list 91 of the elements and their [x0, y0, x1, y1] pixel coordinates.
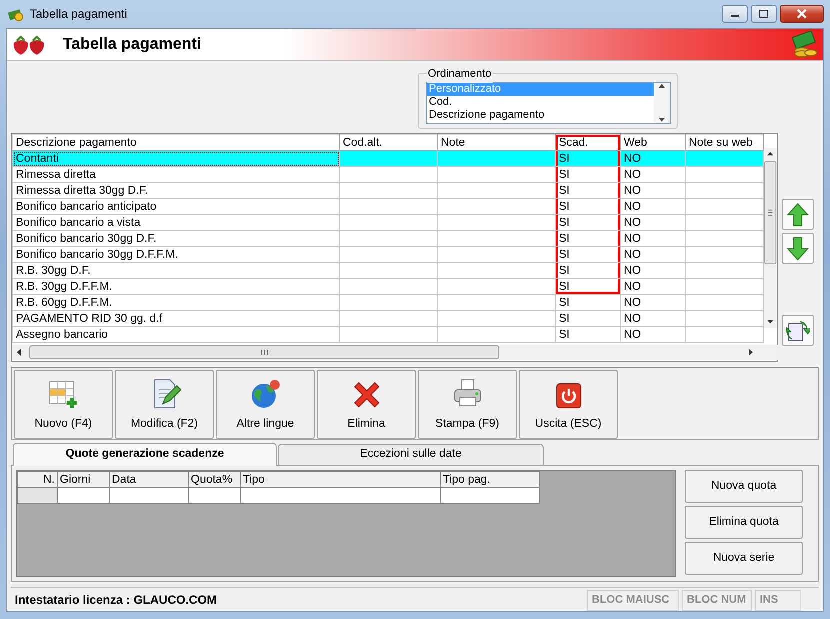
- quote-grid[interactable]: N. Giorni Data Quota% Tipo Tipo pag.: [16, 470, 676, 577]
- column-header[interactable]: Descrizione pagamento: [12, 134, 340, 150]
- vertical-scrollbar[interactable]: [654, 83, 670, 123]
- scroll-down-icon[interactable]: [658, 117, 666, 123]
- table-cell[interactable]: NO: [620, 214, 686, 230]
- column-header[interactable]: Web: [620, 134, 686, 150]
- toolbar-button[interactable]: Elimina: [317, 370, 416, 439]
- table-cell[interactable]: NO: [620, 310, 686, 326]
- column-header[interactable]: Note: [438, 134, 556, 150]
- quote-button[interactable]: Elimina quota: [685, 506, 803, 539]
- table-cell[interactable]: Rimessa diretta: [12, 166, 340, 182]
- status-indicator: BLOC MAIUSC: [587, 590, 679, 610]
- table-cell[interactable]: PAGAMENTO RID 30 gg. d.f: [12, 310, 340, 326]
- table-cell[interactable]: Bonifico bancario 30gg D.F.F.M.: [12, 246, 340, 262]
- table-cell[interactable]: Assegno bancario: [12, 326, 340, 342]
- horizontal-scrollbar[interactable]: [12, 345, 778, 360]
- table-cell[interactable]: SI: [556, 326, 620, 342]
- table-cell[interactable]: Bonifico bancario anticipato: [12, 198, 340, 214]
- toolbar-button[interactable]: Altre lingue: [216, 370, 315, 439]
- table-cell[interactable]: Bonifico bancario 30gg D.F.: [12, 230, 340, 246]
- ordering-listbox[interactable]: Personalizzato Cod. Descrizione pagamento: [426, 82, 671, 124]
- table-cell[interactable]: NO: [620, 150, 686, 166]
- toolbar-button[interactable]: Uscita (ESC): [519, 370, 618, 439]
- table-cell[interactable]: R.B. 60gg D.F.F.M.: [12, 294, 340, 310]
- row-header: [18, 488, 58, 504]
- table-cell[interactable]: SI: [556, 294, 620, 310]
- up-arrow-icon: [787, 202, 809, 226]
- minimize-button[interactable]: [722, 5, 748, 23]
- table-cell[interactable]: NO: [620, 326, 686, 342]
- status-indicator: INS: [755, 590, 801, 610]
- table-cell[interactable]: R.B. 30gg D.F.F.M.: [12, 278, 340, 294]
- toolbar-button[interactable]: Nuovo (F4): [14, 370, 113, 439]
- group-label: Ordinamento: [427, 66, 493, 82]
- toolbar-button[interactable]: Stampa (F9): [418, 370, 517, 439]
- table-cell[interactable]: NO: [620, 294, 686, 310]
- move-down-button[interactable]: [782, 233, 814, 264]
- table-cell[interactable]: Rimessa diretta 30gg D.F.: [12, 182, 340, 198]
- column-header[interactable]: N.: [18, 472, 58, 488]
- scroll-up-icon[interactable]: [658, 83, 666, 89]
- quote-button[interactable]: Nuova serie: [685, 542, 803, 575]
- table-cell[interactable]: SI: [556, 166, 620, 182]
- table-cell[interactable]: Bonifico bancario a vista: [12, 214, 340, 230]
- payments-grid[interactable]: [11, 133, 778, 362]
- status-indicator: BLOC NUM: [682, 590, 752, 610]
- table-cell[interactable]: SI: [556, 198, 620, 214]
- refresh-button[interactable]: [782, 315, 814, 346]
- column-header[interactable]: Cod.alt.: [340, 134, 438, 150]
- column-header[interactable]: Note su web: [686, 134, 764, 150]
- page-title: Tabella pagamenti: [63, 34, 202, 54]
- window-title: Tabella pagamenti: [30, 6, 128, 23]
- table-cell[interactable]: Contanti: [12, 150, 340, 166]
- maximize-button[interactable]: [751, 5, 777, 23]
- tab[interactable]: Quote generazione scadenze: [13, 443, 277, 466]
- column-header[interactable]: Giorni: [58, 472, 110, 488]
- table-cell[interactable]: SI: [556, 214, 620, 230]
- table-cell[interactable]: NO: [620, 230, 686, 246]
- license-text: Intestatario licenza : GLAUCO.COM: [14, 592, 218, 609]
- table-cell[interactable]: SI: [556, 262, 620, 278]
- table-cell[interactable]: SI: [556, 150, 620, 166]
- column-header[interactable]: Tipo pag.: [440, 472, 540, 488]
- column-header[interactable]: Data: [110, 472, 188, 488]
- table-cell[interactable]: NO: [620, 198, 686, 214]
- quote-button[interactable]: Nuova quota: [685, 470, 803, 503]
- close-icon: [796, 9, 808, 19]
- table-cell[interactable]: SI: [556, 182, 620, 198]
- money-icon: [791, 30, 819, 58]
- column-header[interactable]: Tipo: [240, 472, 440, 488]
- tab[interactable]: Eccezioni sulle date: [278, 444, 544, 465]
- table-cell[interactable]: NO: [620, 262, 686, 278]
- table-cell[interactable]: SI: [556, 278, 620, 294]
- list-option[interactable]: Cod.: [427, 96, 654, 109]
- globe-icon: [250, 378, 282, 410]
- table-cell[interactable]: SI: [556, 246, 620, 262]
- table-cell[interactable]: NO: [620, 246, 686, 262]
- table-cell[interactable]: NO: [620, 182, 686, 198]
- table-cell[interactable]: SI: [556, 310, 620, 326]
- toolbar-button[interactable]: Modifica (F2): [115, 370, 214, 439]
- column-header[interactable]: Quota%: [188, 472, 240, 488]
- list-option[interactable]: Descrizione pagamento: [427, 109, 654, 122]
- power-icon: [554, 382, 582, 410]
- maximize-icon: [759, 10, 769, 18]
- table-cell[interactable]: NO: [620, 166, 686, 182]
- down-arrow-icon: [787, 236, 809, 260]
- move-up-button[interactable]: [782, 199, 814, 230]
- refresh-icon: [786, 318, 810, 342]
- table-cell[interactable]: NO: [620, 278, 686, 294]
- close-button[interactable]: [780, 5, 824, 23]
- table-cell[interactable]: SI: [556, 230, 620, 246]
- column-header[interactable]: Scad.: [556, 134, 620, 150]
- delete-x-icon: [352, 380, 382, 410]
- table-cell[interactable]: R.B. 30gg D.F.: [12, 262, 340, 278]
